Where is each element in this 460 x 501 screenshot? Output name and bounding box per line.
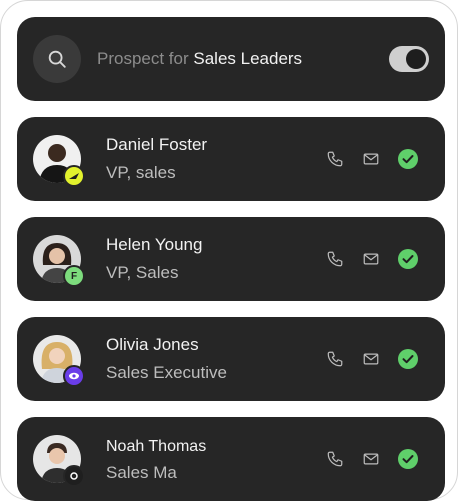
contact-name: Daniel Foster (106, 135, 208, 154)
phone-icon (327, 351, 343, 367)
contact-title: Sales Ma (106, 463, 177, 482)
contact-name: Olivia Jones (106, 335, 199, 354)
check-circle-icon (398, 149, 418, 169)
contact-card[interactable]: Daniel Foster VP, sales (17, 117, 445, 201)
company-badge (63, 365, 85, 387)
eye-icon (69, 372, 79, 380)
airplane-icon (69, 173, 79, 179)
phone-icon (327, 151, 343, 167)
search-prefix: Prospect for (97, 49, 194, 68)
search-icon (48, 50, 66, 68)
call-button[interactable] (325, 349, 345, 369)
search-query[interactable]: Prospect for Sales Leaders (97, 49, 302, 69)
call-button[interactable] (325, 249, 345, 269)
company-icon (70, 472, 78, 480)
check-circle-icon (398, 249, 418, 269)
contact-card[interactable]: Noah Thomas Sales Ma (17, 417, 445, 501)
call-button[interactable] (325, 149, 345, 169)
company-badge: F (63, 265, 85, 287)
email-button[interactable] (361, 249, 381, 269)
mail-icon (363, 253, 379, 265)
mail-icon (363, 153, 379, 165)
company-badge (63, 165, 85, 187)
contact-name: Noah Thomas (106, 438, 207, 455)
search-toggle[interactable] (389, 46, 429, 72)
phone-icon (327, 251, 343, 267)
email-button[interactable] (361, 449, 381, 469)
toggle-knob (406, 49, 426, 69)
verified-status (398, 149, 418, 169)
verified-status (398, 349, 418, 369)
company-badge (63, 465, 85, 487)
verified-status (398, 449, 418, 469)
check-circle-icon (398, 349, 418, 369)
phone-icon (327, 451, 343, 467)
search-highlight: Sales Leaders (193, 49, 303, 68)
email-button[interactable] (361, 149, 381, 169)
contact-title: Sales Executive (106, 363, 227, 382)
contact-card[interactable]: Olivia Jones Sales Executive (17, 317, 445, 401)
contact-name: Helen Young (106, 235, 203, 254)
prospect-search-bar[interactable]: Prospect for Sales Leaders (17, 17, 445, 101)
mail-icon (363, 453, 379, 465)
call-button[interactable] (325, 449, 345, 469)
letter-f-icon: F (70, 270, 78, 282)
contact-title: VP, sales (106, 163, 176, 182)
contact-title: VP, Sales (106, 263, 179, 282)
check-circle-icon (398, 449, 418, 469)
search-button[interactable] (33, 35, 81, 83)
app-frame: Prospect for Sales Leaders Daniel Foster… (0, 0, 458, 501)
contact-card[interactable]: F Helen Young VP, Sales (17, 217, 445, 301)
email-button[interactable] (361, 349, 381, 369)
mail-icon (363, 353, 379, 365)
verified-status (398, 249, 418, 269)
